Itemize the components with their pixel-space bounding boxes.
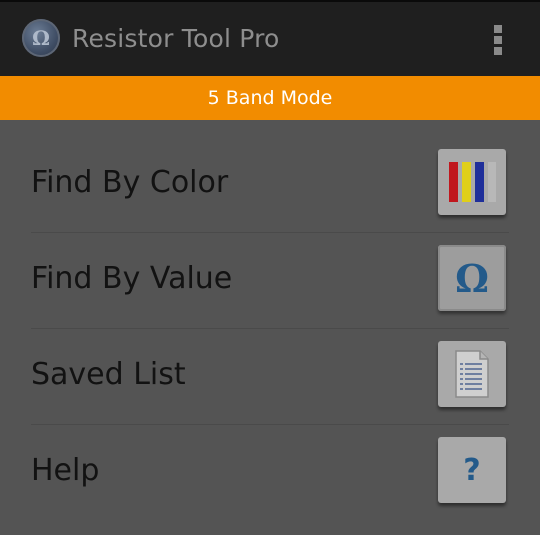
document-list-icon[interactable] xyxy=(438,341,506,407)
menu-item-find-by-value[interactable]: Find By Value Ω xyxy=(0,233,540,329)
menu-item-label: Find By Value xyxy=(31,261,233,296)
app-title: Resistor Tool Pro xyxy=(72,24,280,53)
color-bands-graphic xyxy=(449,162,496,202)
main-menu-list: Find By Color Find By Value Ω Saved List xyxy=(0,137,540,521)
document-graphic xyxy=(455,350,489,398)
action-bar: Ω Resistor Tool Pro xyxy=(0,0,540,76)
omega-icon[interactable]: Ω xyxy=(438,245,506,311)
app-icon-glyph: Ω xyxy=(32,26,50,50)
menu-item-label: Saved List xyxy=(31,357,186,392)
mode-banner-label: 5 Band Mode xyxy=(207,87,333,109)
menu-item-find-by-color[interactable]: Find By Color xyxy=(0,137,540,233)
menu-item-label: Help xyxy=(31,453,100,488)
menu-item-saved-list[interactable]: Saved List xyxy=(0,329,540,425)
help-glyph: ? xyxy=(463,452,481,488)
omega-glyph: Ω xyxy=(455,255,489,301)
overflow-menu-icon[interactable] xyxy=(486,22,510,58)
color-bands-icon[interactable] xyxy=(438,149,506,215)
mode-banner[interactable]: 5 Band Mode xyxy=(0,76,540,120)
menu-item-label: Find By Color xyxy=(31,165,229,200)
help-icon[interactable]: ? xyxy=(438,437,506,503)
omega-app-icon[interactable]: Ω xyxy=(22,19,60,57)
menu-item-help[interactable]: Help ? xyxy=(0,425,540,521)
